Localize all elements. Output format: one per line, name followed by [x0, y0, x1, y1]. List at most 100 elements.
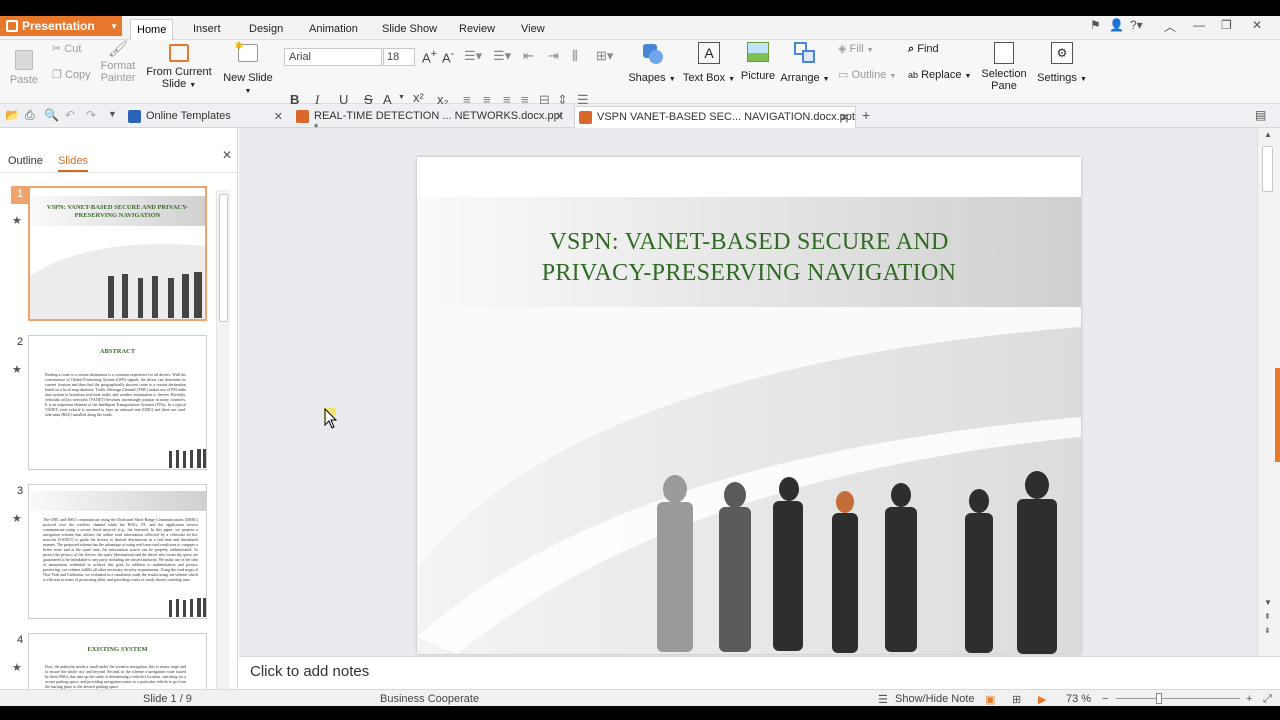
chevron-down-icon[interactable]: ▼: [398, 94, 405, 101]
slide-editor[interactable]: VSPN: VANET-BASED SECURE AND PRIVACY-PRE…: [239, 128, 1257, 656]
app-menu-button[interactable]: Presentation ▼: [0, 16, 122, 36]
slide-number: 3: [17, 485, 24, 497]
slide-thumbnail-3[interactable]: The OBU and RSUs communicate using the D…: [28, 484, 207, 619]
previous-slide-icon[interactable]: ⇞: [1264, 612, 1271, 621]
open-folder-icon[interactable]: 📂: [5, 108, 20, 122]
tab-vspn[interactable]: VSPN VANET-BASED SEC... NAVIGATION.docx.…: [574, 106, 856, 128]
find-button[interactable]: ⌕ Find: [908, 43, 939, 55]
normal-view-icon[interactable]: ▣: [985, 693, 995, 706]
side-panel-handle[interactable]: [1275, 368, 1280, 462]
text-box-button[interactable]: A Text Box ▼: [681, 42, 737, 86]
bullets-icon[interactable]: ☰▾: [464, 48, 482, 64]
notes-toggle-icon[interactable]: ☰: [878, 693, 888, 706]
selection-pane-button[interactable]: Selection Pane: [980, 42, 1028, 92]
close-tab-icon[interactable]: ✕: [840, 111, 849, 124]
superscript-icon[interactable]: x²: [413, 90, 424, 105]
tab-slides[interactable]: Slides: [58, 155, 88, 172]
slide-sorter-icon[interactable]: ⊞: [1012, 693, 1021, 706]
skin-icon[interactable]: ⚑: [1090, 18, 1101, 32]
close-tab-icon[interactable]: ✕: [555, 110, 564, 123]
text-direction-icon[interactable]: ⫼: [572, 48, 578, 64]
replace-button[interactable]: ab Replace ▼: [908, 69, 971, 83]
format-painter-button[interactable]: 🖌 Format Painter: [98, 42, 138, 85]
fill-button[interactable]: ◈ Fill ▼: [838, 43, 874, 57]
panel-scrollbar[interactable]: ▼: [216, 190, 230, 700]
customize-toolbar-icon[interactable]: ▼: [108, 109, 117, 119]
print-preview-icon[interactable]: 🔍: [44, 108, 59, 122]
cut-button[interactable]: ✂ Cut: [52, 43, 81, 55]
user-icon[interactable]: 👤: [1109, 18, 1124, 32]
font-size-field[interactable]: 18: [383, 48, 415, 66]
paste-button[interactable]: Paste: [4, 50, 44, 86]
close-panel-icon[interactable]: ✕: [222, 148, 232, 162]
slideshow-view-icon[interactable]: ▶: [1038, 693, 1046, 706]
outline-button[interactable]: ▭ Outline ▼: [838, 69, 896, 83]
animation-star-icon: ★: [12, 215, 22, 227]
tab-online-templates[interactable]: Online Templates ✕: [124, 106, 289, 128]
zoom-slider[interactable]: [1116, 698, 1240, 699]
find-label: Find: [917, 43, 939, 55]
tab-outline[interactable]: Outline: [8, 155, 43, 167]
current-slide[interactable]: VSPN: VANET-BASED SECURE AND PRIVACY-PRE…: [417, 157, 1081, 654]
tab-insert[interactable]: Insert: [187, 19, 227, 40]
paste-label: Paste: [9, 74, 39, 86]
shapes-button[interactable]: Shapes ▼: [628, 42, 676, 86]
slideshow-play-icon: [169, 44, 189, 62]
slide-title[interactable]: VSPN: VANET-BASED SECURE AND PRIVACY-PRE…: [457, 227, 1041, 289]
scissors-icon: ✂: [52, 43, 62, 55]
tab-list-icon[interactable]: ▤: [1255, 108, 1266, 122]
arrange-label: Arrange: [780, 72, 820, 84]
zoom-out-icon[interactable]: −: [1102, 693, 1108, 705]
minimize-icon[interactable]: —: [1193, 18, 1205, 32]
copy-button[interactable]: ❐ Copy: [52, 69, 91, 81]
arrange-button[interactable]: Arrange ▼: [780, 42, 830, 86]
close-icon[interactable]: ✕: [1252, 18, 1262, 32]
thumb-people-image: [30, 244, 205, 319]
zoom-slider-thumb[interactable]: [1156, 693, 1162, 704]
editor-scroll-thumb[interactable]: [1262, 146, 1273, 192]
tab-slide-show[interactable]: Slide Show: [376, 19, 443, 40]
font-name-field[interactable]: Arial: [284, 48, 382, 66]
arrange-icon: [794, 42, 816, 64]
new-tab-icon[interactable]: +: [862, 107, 870, 123]
shrink-font-icon[interactable]: A-: [442, 48, 454, 65]
mouse-cursor-icon: [324, 408, 338, 429]
help-icon[interactable]: ?▾: [1130, 18, 1143, 32]
align-text-icon[interactable]: ⊞▾: [596, 48, 613, 64]
redo-icon[interactable]: ↷: [86, 108, 96, 122]
panel-scroll-thumb[interactable]: [219, 194, 228, 322]
scroll-up-icon[interactable]: ▲: [1264, 130, 1272, 139]
close-tab-icon[interactable]: ✕: [274, 110, 283, 123]
undo-icon[interactable]: ↶: [65, 108, 75, 122]
slide-thumbnail-2[interactable]: ABSTRACT Finding a route to a certain de…: [28, 335, 207, 470]
restore-icon[interactable]: ❐: [1221, 18, 1232, 32]
slide-thumbnail-1[interactable]: VSPN: VANET-BASED SECURE AND PRIVACY-PRE…: [28, 186, 207, 321]
next-slide-icon[interactable]: ⇟: [1264, 626, 1271, 635]
scroll-down-icon[interactable]: ▼: [1264, 598, 1272, 607]
show-hide-note-button[interactable]: Show/Hide Note: [895, 693, 975, 705]
app-logo-icon: [6, 20, 18, 32]
decrease-indent-icon[interactable]: ⇤: [523, 48, 534, 64]
zoom-in-icon[interactable]: +: [1246, 693, 1252, 705]
tab-review[interactable]: Review: [453, 19, 501, 40]
settings-button[interactable]: ⚙ Settings ▼: [1036, 42, 1088, 86]
outline-label: Outline: [851, 69, 887, 81]
tab-animation[interactable]: Animation: [303, 19, 364, 40]
numbering-icon[interactable]: ☰▾: [493, 48, 511, 64]
tab-realtime-detection[interactable]: REAL-TIME DETECTION ... NETWORKS.docx.pp…: [292, 106, 570, 134]
tab-design[interactable]: Design: [243, 19, 289, 40]
print-icon[interactable]: ⎙: [25, 108, 35, 123]
grow-font-icon[interactable]: A+: [422, 48, 437, 65]
from-current-slide-button[interactable]: From Current Slide ▼: [144, 44, 214, 92]
collapse-ribbon-icon[interactable]: ︿: [1164, 18, 1176, 35]
slides-panel: Outline Slides ✕ 1 ★ VSPN: VANET-BASED S…: [0, 128, 238, 700]
new-slide-button[interactable]: ✱ New Slide ▼: [220, 41, 276, 98]
text-box-label: Text Box: [682, 72, 726, 84]
fit-window-icon[interactable]: ⤢: [1263, 693, 1272, 706]
tab-view[interactable]: View: [515, 19, 551, 40]
picture-button[interactable]: Picture: [740, 42, 776, 82]
tab-home[interactable]: Home: [130, 19, 174, 40]
fill-bucket-icon: ◈: [838, 43, 847, 55]
thumb-title: EXISTING SYSTEM: [87, 646, 148, 653]
increase-indent-icon[interactable]: ⇥: [548, 48, 559, 64]
